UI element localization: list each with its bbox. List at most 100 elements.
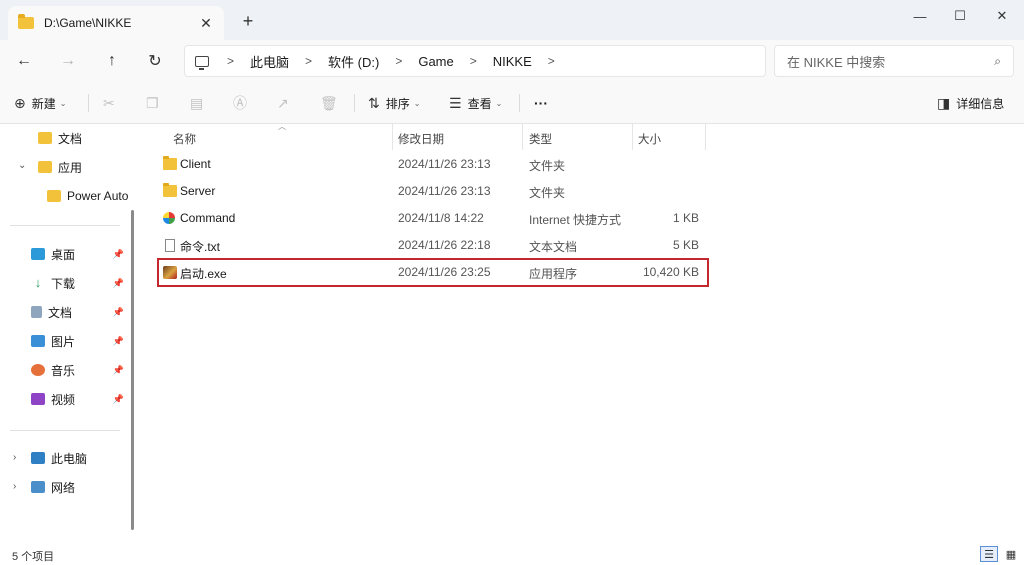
share-button[interactable]: ↗ — [277, 92, 295, 114]
sidebar-item-this-pc[interactable]: 此电脑 — [31, 446, 130, 470]
sort-icon: ⇅ — [368, 94, 380, 111]
breadcrumb-separator[interactable]: > — [217, 54, 244, 68]
minimize-button[interactable]: — — [900, 0, 940, 32]
breadcrumb-drive-d[interactable]: 软件 (D:) — [322, 52, 385, 71]
sidebar-item-music[interactable]: 音乐 📌 — [31, 358, 130, 382]
chevron-right-icon[interactable]: › — [13, 481, 16, 492]
breadcrumb-separator[interactable]: > — [385, 54, 412, 68]
sidebar-item-label: 网络 — [51, 480, 76, 495]
file-type: Internet 快捷方式 — [529, 213, 622, 227]
details-label: 详细信息 — [956, 96, 1005, 111]
column-divider[interactable] — [632, 124, 633, 150]
pin-icon: 📌 — [112, 364, 124, 375]
sidebar-item-desktop[interactable]: 桌面 📌 — [31, 242, 130, 266]
folder-icon — [47, 190, 61, 202]
table-row[interactable]: Server 2024/11/26 23:13 文件夹 — [156, 179, 708, 205]
copy-icon: ❐ — [146, 94, 159, 111]
chevron-down-icon: ⌄ — [495, 98, 503, 108]
copy-button[interactable]: ❐ — [146, 92, 165, 114]
maximize-button[interactable]: ☐ — [940, 0, 980, 32]
search-input[interactable]: 在 NIKKE 中搜索 ⌕ — [774, 45, 1014, 77]
status-bar: 5 个项目 ☰ ▦ — [0, 544, 1024, 565]
sidebar-item-downloads[interactable]: ↓ 下载 📌 — [31, 271, 130, 295]
table-row[interactable]: Client 2024/11/26 23:13 文件夹 — [156, 152, 708, 178]
download-icon: ↓ — [34, 275, 42, 290]
view-label: 查看 — [467, 96, 492, 111]
pin-icon: 📌 — [112, 277, 124, 288]
sidebar-item-pictures[interactable]: 图片 📌 — [31, 329, 130, 353]
column-divider[interactable] — [705, 124, 706, 150]
navigation-pane: 文档 ⌄ 应用 Power Auto 桌面 📌 ↓ 下载 📌 文档 📌 图片 📌… — [0, 124, 142, 544]
plus-icon: ⊕ — [14, 94, 26, 111]
sidebar-item-label: 图片 — [51, 334, 76, 349]
pin-icon: 📌 — [112, 335, 124, 346]
search-placeholder: 在 NIKKE 中搜索 — [787, 54, 886, 70]
breadcrumb-separator[interactable]: > — [460, 54, 487, 68]
cut-icon: ✂ — [103, 94, 115, 111]
chevron-down-icon[interactable]: ⌄ — [18, 160, 26, 171]
column-header-type[interactable]: 类型 — [529, 128, 552, 150]
toolbar-divider — [354, 94, 355, 112]
sidebar-scrollbar[interactable] — [131, 210, 134, 530]
breadcrumb-separator[interactable]: > — [538, 54, 565, 68]
sidebar-item-network[interactable]: 网络 — [31, 475, 130, 499]
delete-button[interactable]: 🗑 — [320, 92, 344, 114]
cut-button[interactable]: ✂ — [103, 92, 121, 114]
pictures-icon — [31, 335, 45, 347]
navigation-bar: ← → ↑ ↻ > 此电脑 > 软件 (D:) > Game > NIKKE >… — [0, 40, 1024, 82]
breadcrumb-game[interactable]: Game — [412, 54, 459, 69]
paste-icon: ▤ — [190, 94, 204, 111]
column-divider[interactable] — [522, 124, 523, 150]
chevron-right-icon[interactable]: › — [13, 452, 16, 463]
new-button[interactable]: ⊕ 新建 ⌄ — [14, 92, 66, 114]
file-size: 1 KB — [672, 211, 699, 225]
file-type: 文件夹 — [529, 159, 566, 173]
close-window-button[interactable]: ✕ — [982, 0, 1022, 32]
file-modified: 2024/11/26 23:13 — [398, 157, 491, 171]
sidebar-divider — [10, 430, 120, 431]
paste-button[interactable]: ▤ — [190, 92, 209, 114]
rename-icon: Ⓐ — [233, 95, 247, 111]
sort-button[interactable]: ⇅ 排序 ⌄ — [368, 92, 420, 114]
trash-icon: 🗑 — [320, 94, 338, 111]
table-row[interactable]: Command 2024/11/8 14:22 Internet 快捷方式 1 … — [156, 206, 708, 232]
details-view-button[interactable]: ☰ — [980, 546, 998, 562]
sidebar-item-power-auto[interactable]: Power Auto — [47, 184, 130, 208]
refresh-button[interactable]: ↻ — [143, 49, 167, 73]
view-button[interactable]: ☰ 查看 ⌄ — [449, 92, 502, 114]
address-bar[interactable]: > 此电脑 > 软件 (D:) > Game > NIKKE > — [184, 45, 766, 77]
pin-icon: 📌 — [112, 306, 124, 317]
item-count: 5 个项目 — [12, 551, 55, 563]
table-row[interactable]: 命令.txt 2024/11/26 22:18 文本文档 5 KB — [156, 233, 708, 259]
rename-button[interactable]: Ⓐ — [233, 92, 253, 114]
file-name: 命令.txt — [180, 240, 221, 254]
breadcrumb-nikke[interactable]: NIKKE — [487, 54, 538, 69]
column-divider[interactable] — [392, 124, 393, 150]
computer-icon — [195, 55, 209, 70]
new-tab-button[interactable]: + — [238, 12, 258, 30]
column-header-size[interactable]: 大小 — [638, 128, 661, 150]
tab-close-button[interactable]: ✕ — [198, 15, 214, 31]
sort-label: 排序 — [385, 96, 410, 111]
folder-icon — [38, 161, 52, 173]
file-size: 5 KB — [672, 238, 699, 252]
details-pane-icon: ◨ — [937, 94, 951, 111]
breadcrumb-separator[interactable]: > — [295, 54, 322, 68]
more-options-button[interactable]: ··· — [534, 92, 548, 114]
column-header-name[interactable]: 名称 — [173, 128, 196, 150]
sidebar-item-documents[interactable]: 文档 📌 — [31, 300, 130, 324]
up-button[interactable]: ↑ — [100, 49, 124, 73]
search-icon: ⌕ — [994, 54, 1001, 68]
sidebar-item-videos[interactable]: 视频 📌 — [31, 387, 130, 411]
breadcrumb-this-pc[interactable]: 此电脑 — [244, 52, 295, 71]
forward-button[interactable]: → — [56, 49, 80, 73]
back-button[interactable]: ← — [12, 49, 36, 73]
tab-nikke[interactable]: D:\Game\NIKKE ✕ — [8, 6, 224, 40]
tiles-view-button[interactable]: ▦ — [1002, 546, 1020, 562]
sidebar-item-label: 桌面 — [51, 247, 76, 262]
toolbar-divider — [88, 94, 89, 112]
column-header-modified[interactable]: 修改日期 — [398, 128, 444, 150]
view-icon: ☰ — [449, 94, 462, 111]
desktop-icon — [31, 248, 45, 260]
details-pane-button[interactable]: ◨ 详细信息 — [937, 92, 1004, 114]
